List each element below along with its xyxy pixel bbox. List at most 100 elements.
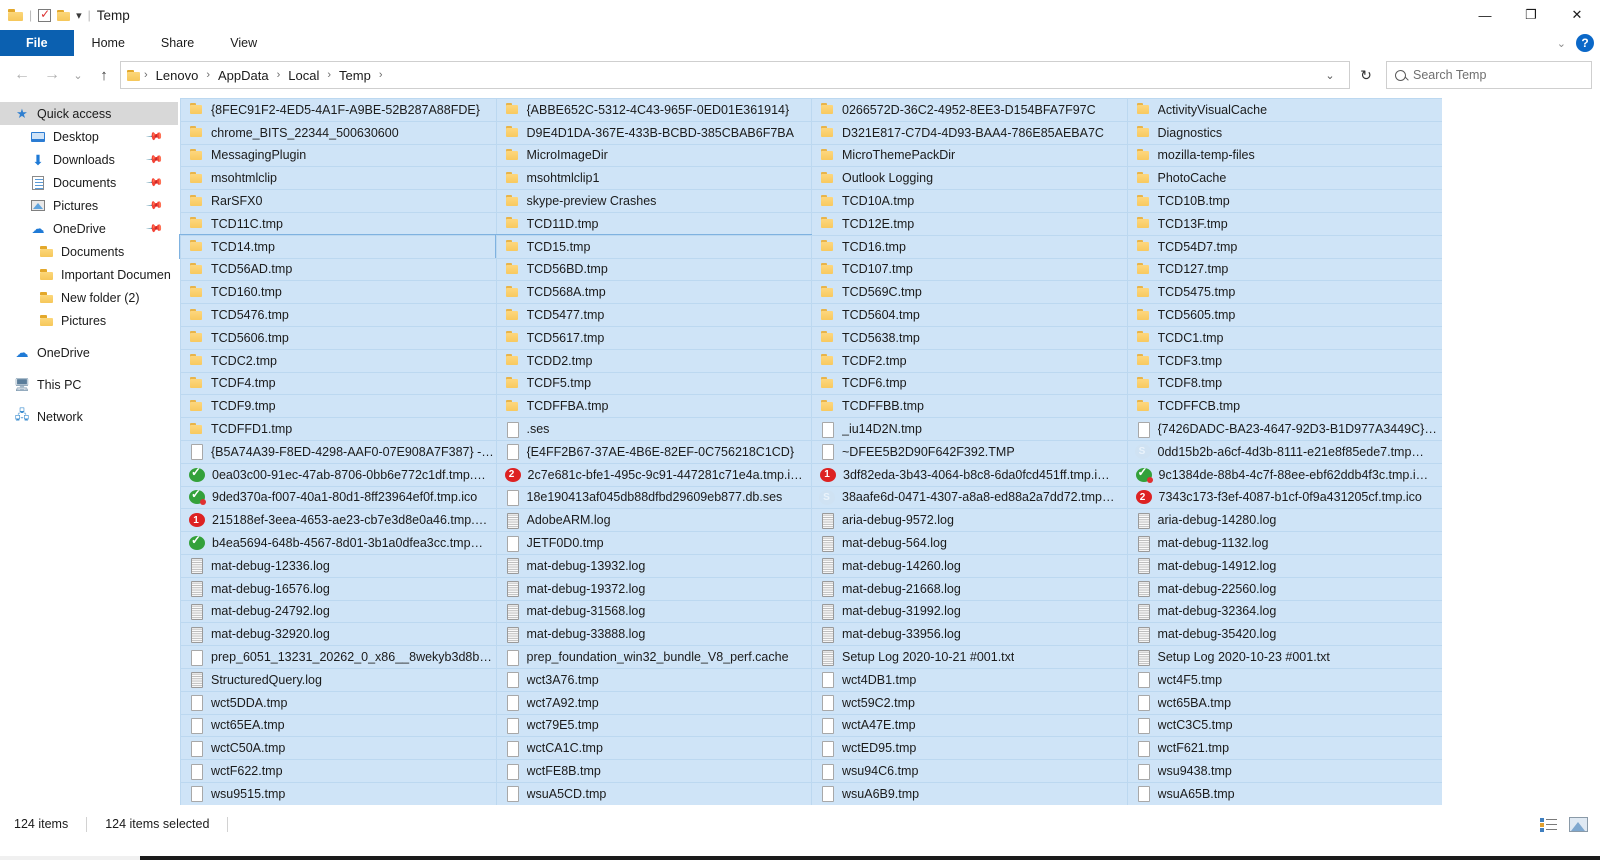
file-list-item[interactable]: wctC3C5.tmp	[1127, 714, 1443, 737]
file-list-item[interactable]: TCD10B.tmp	[1127, 189, 1443, 212]
file-list-item[interactable]: skype-preview Crashes	[496, 189, 812, 212]
sidebar-item-documents[interactable]: Documents	[0, 240, 178, 263]
file-list-item[interactable]: wsuA5CD.tmp	[496, 782, 812, 805]
file-list-item[interactable]: wctFE8B.tmp	[496, 759, 812, 782]
file-list-item[interactable]: TCD11C.tmp	[180, 212, 496, 235]
file-list-item[interactable]: TCD5476.tmp	[180, 303, 496, 326]
file-list-item[interactable]: mat-debug-13932.log	[496, 554, 812, 577]
new-folder-icon[interactable]	[57, 10, 70, 21]
file-list-item[interactable]: TCDC1.tmp	[1127, 326, 1443, 349]
breadcrumb-item-lenovo[interactable]: Lenovo	[152, 68, 203, 83]
file-list-item[interactable]: TCD5604.tmp	[811, 303, 1127, 326]
file-list-item[interactable]: 18e190413af045db88dfbd29609eb877.db.ses	[496, 486, 812, 509]
file-list-item[interactable]: TCD5605.tmp	[1127, 303, 1443, 326]
file-list-item[interactable]: aria-debug-14280.log	[1127, 508, 1443, 531]
file-list-item[interactable]: TCD13F.tmp	[1127, 212, 1443, 235]
tab-view[interactable]: View	[212, 30, 275, 56]
file-list-item[interactable]: mat-debug-1132.log	[1127, 531, 1443, 554]
file-list-item[interactable]: wctF621.tmp	[1127, 736, 1443, 759]
breadcrumb-item-local[interactable]: Local	[284, 68, 323, 83]
breadcrumb-item-temp[interactable]: Temp	[335, 68, 375, 83]
file-list-item[interactable]: JETF0D0.tmp	[496, 531, 812, 554]
file-list-item[interactable]: wctC50A.tmp	[180, 736, 496, 759]
file-list-item[interactable]: mat-debug-22560.log	[1127, 577, 1443, 600]
properties-icon[interactable]	[38, 9, 51, 22]
file-list-item[interactable]: 0266572D-36C2-4952-8EE3-D154BFA7F97C	[811, 98, 1127, 121]
file-list-item[interactable]: TCD568A.tmp	[496, 280, 812, 303]
file-list-item[interactable]: wct7A92.tmp	[496, 691, 812, 714]
file-list-item[interactable]: TCDF6.tmp	[811, 372, 1127, 395]
file-list-item[interactable]: wctCA1C.tmp	[496, 736, 812, 759]
file-list-item[interactable]: Outlook Logging	[811, 166, 1127, 189]
file-list-item[interactable]: wct5DDA.tmp	[180, 691, 496, 714]
file-list-item[interactable]: 9ded370a-f007-40a1-80d1-8ff23964ef0f.tmp…	[180, 486, 496, 509]
file-list-item[interactable]: TCDF9.tmp	[180, 394, 496, 417]
file-list-item[interactable]: 38aafe6d-0471-4307-a8a8-ed88a2a7dd72.tmp…	[811, 486, 1127, 509]
file-list-item[interactable]: TCD569C.tmp	[811, 280, 1127, 303]
file-list-item[interactable]: TCD15.tmp	[496, 235, 812, 258]
pin-icon[interactable]: 📌	[146, 173, 165, 192]
sidebar-item-onedrive[interactable]: ☁OneDrive	[0, 341, 178, 364]
file-list-item[interactable]: mozilla-temp-files	[1127, 144, 1443, 167]
sidebar-item-downloads[interactable]: ⬇Downloads📌	[0, 148, 178, 171]
file-list-item[interactable]: AdobeARM.log	[496, 508, 812, 531]
breadcrumb[interactable]: › Lenovo › AppData › Local › Temp › ⌄	[120, 61, 1350, 89]
file-list-item[interactable]: mat-debug-33888.log	[496, 622, 812, 645]
sidebar-item-pictures[interactable]: Pictures	[0, 309, 178, 332]
file-list-item[interactable]: ~DFEE5B2D90F642F392.TMP	[811, 440, 1127, 463]
file-list-item[interactable]: mat-debug-14912.log	[1127, 554, 1443, 577]
file-list-item[interactable]: wsuA65B.tmp	[1127, 782, 1443, 805]
expand-ribbon-icon[interactable]: ⌄	[1557, 37, 1566, 50]
file-list-item[interactable]: wctF622.tmp	[180, 759, 496, 782]
file-list-item[interactable]: TCDC2.tmp	[180, 349, 496, 372]
file-list-item[interactable]: aria-debug-9572.log	[811, 508, 1127, 531]
file-list-item[interactable]: prep_6051_13231_20262_0_x86__8wekyb3d8bb…	[180, 645, 496, 668]
file-list-item[interactable]: TCD14.tmp	[180, 235, 496, 258]
file-list-item[interactable]: wct3A76.tmp	[496, 668, 812, 691]
file-list-item[interactable]: 9c1384de-88b4-4c7f-88ee-ebf62ddb4f3c.tmp…	[1127, 463, 1443, 486]
back-button[interactable]: ←	[8, 61, 36, 89]
breadcrumb-item-appdata[interactable]: AppData	[214, 68, 273, 83]
help-icon[interactable]: ?	[1576, 34, 1594, 52]
file-list-item[interactable]: RarSFX0	[180, 189, 496, 212]
sidebar-item-onedrive[interactable]: ☁OneDrive📌	[0, 217, 178, 240]
file-list-item[interactable]: mat-debug-32364.log	[1127, 600, 1443, 623]
file-list-item[interactable]: D9E4D1DA-367E-433B-BCBD-385CBAB6F7BA	[496, 121, 812, 144]
file-list-item[interactable]: TCDF8.tmp	[1127, 372, 1443, 395]
file-list-item[interactable]: TCDFFD1.tmp	[180, 417, 496, 440]
file-list-item[interactable]: wctA47E.tmp	[811, 714, 1127, 737]
file-list-item[interactable]: Setup Log 2020-10-23 #001.txt	[1127, 645, 1443, 668]
file-list-item[interactable]: Diagnostics	[1127, 121, 1443, 144]
file-list-item[interactable]: {E4FF2B67-37AE-4B6E-82EF-0C756218C1CD}	[496, 440, 812, 463]
recent-locations-button[interactable]: ⌄	[68, 61, 88, 89]
sidebar-item-important-documen[interactable]: Important Documen	[0, 263, 178, 286]
file-list-item[interactable]: Setup Log 2020-10-21 #001.txt	[811, 645, 1127, 668]
file-list-item[interactable]: 0dd15b2b-a6cf-4d3b-8111-e21e8f85ede7.tmp…	[1127, 440, 1443, 463]
file-list-item[interactable]: 7343c173-f3ef-4087-b1cf-0f9a431205cf.tmp…	[1127, 486, 1443, 509]
sidebar-item-quick-access[interactable]: ★Quick access	[0, 102, 178, 125]
refresh-button[interactable]: ↻	[1352, 61, 1380, 89]
sidebar-item-pictures[interactable]: Pictures📌	[0, 194, 178, 217]
tab-share[interactable]: Share	[143, 30, 212, 56]
file-list-item[interactable]: TCDFFBA.tmp	[496, 394, 812, 417]
sidebar-item-network[interactable]: 🖧Network	[0, 405, 178, 428]
file-list-item[interactable]: TCD5606.tmp	[180, 326, 496, 349]
minimize-button[interactable]: —	[1462, 0, 1508, 30]
file-list-item[interactable]: msohtmlclip1	[496, 166, 812, 189]
file-list-item[interactable]: wct59C2.tmp	[811, 691, 1127, 714]
file-list-item[interactable]: MessagingPlugin	[180, 144, 496, 167]
sidebar-item-documents[interactable]: Documents📌	[0, 171, 178, 194]
file-list-item[interactable]: mat-debug-33956.log	[811, 622, 1127, 645]
address-dropdown-icon[interactable]: ⌄	[1317, 62, 1343, 88]
file-list-item[interactable]: TCD56BD.tmp	[496, 258, 812, 281]
file-list-item[interactable]: TCD160.tmp	[180, 280, 496, 303]
large-icons-view-icon[interactable]	[1569, 817, 1588, 832]
file-list-item[interactable]: wct4DB1.tmp	[811, 668, 1127, 691]
file-list-item[interactable]: wsu94C6.tmp	[811, 759, 1127, 782]
file-list-item[interactable]: mat-debug-21668.log	[811, 577, 1127, 600]
file-list-item[interactable]: prep_foundation_win32_bundle_V8_perf.cac…	[496, 645, 812, 668]
details-view-icon[interactable]	[1540, 817, 1557, 832]
sidebar-item-this-pc[interactable]: 🖥This PC	[0, 373, 178, 396]
sidebar-item-desktop[interactable]: Desktop📌	[0, 125, 178, 148]
maximize-button[interactable]: ❐	[1508, 0, 1554, 30]
